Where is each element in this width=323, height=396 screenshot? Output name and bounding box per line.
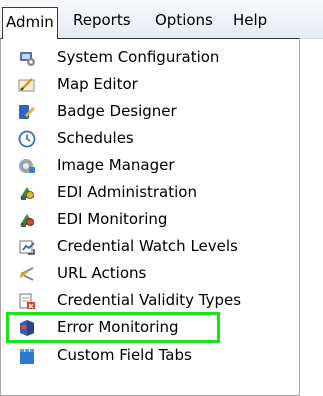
badge-designer-icon [18,103,36,121]
clock-icon [18,130,36,148]
menu-item-label: Error Monitoring [57,318,179,336]
menu-admin[interactable]: Admin [2,7,58,39]
menu-item-label: URL Actions [57,264,147,282]
menu-reports[interactable]: Reports [70,9,134,31]
menu-item-label: Image Manager [57,156,175,174]
watch-levels-icon [18,238,36,256]
menu-item-label: Credential Validity Types [57,291,242,309]
custom-tabs-icon [18,347,36,365]
system-config-icon [18,49,36,67]
menu-item-label: Map Editor [57,75,138,93]
menu-item-image-manager[interactable]: Image Manager [5,153,295,178]
menu-item-edi-monitoring[interactable]: EDI Monitoring [5,207,295,232]
menu-item-custom-field-tabs[interactable]: Custom Field Tabs [5,343,295,368]
edi-monitor-icon [18,211,36,229]
menu-item-url-actions[interactable]: URL Actions [5,261,295,286]
menu-item-label: System Configuration [57,48,220,66]
map-editor-icon [18,76,36,94]
menu-bar: Admin Reports Options Help [0,0,323,39]
menu-options[interactable]: Options [152,9,216,31]
menu-item-label: Custom Field Tabs [57,346,192,364]
menu-item-credential-validity-types[interactable]: Credential Validity Types [5,288,295,313]
url-actions-icon [18,265,36,283]
validity-types-icon [18,292,36,310]
menu-item-label: EDI Administration [57,183,197,201]
menu-item-system-configuration[interactable]: System Configuration [5,45,295,70]
menu-item-credential-watch-levels[interactable]: Credential Watch Levels [5,234,295,259]
menu-item-label: Badge Designer [57,102,177,120]
image-manager-icon [18,157,36,175]
admin-dropdown-menu: System Configuration Map Editor Badge De… [0,38,300,396]
menu-item-edi-administration[interactable]: EDI Administration [5,180,295,205]
menu-item-schedules[interactable]: Schedules [5,126,295,151]
menu-item-label: Schedules [57,129,134,147]
edi-admin-icon [18,184,36,202]
menu-item-map-editor[interactable]: Map Editor [5,72,295,97]
menu-item-error-monitoring[interactable]: Error Monitoring [6,312,220,343]
menu-item-badge-designer[interactable]: Badge Designer [5,99,295,124]
menu-help[interactable]: Help [230,9,270,31]
error-monitor-icon [18,319,36,337]
menu-item-label: Credential Watch Levels [57,237,238,255]
menu-item-label: EDI Monitoring [57,210,168,228]
